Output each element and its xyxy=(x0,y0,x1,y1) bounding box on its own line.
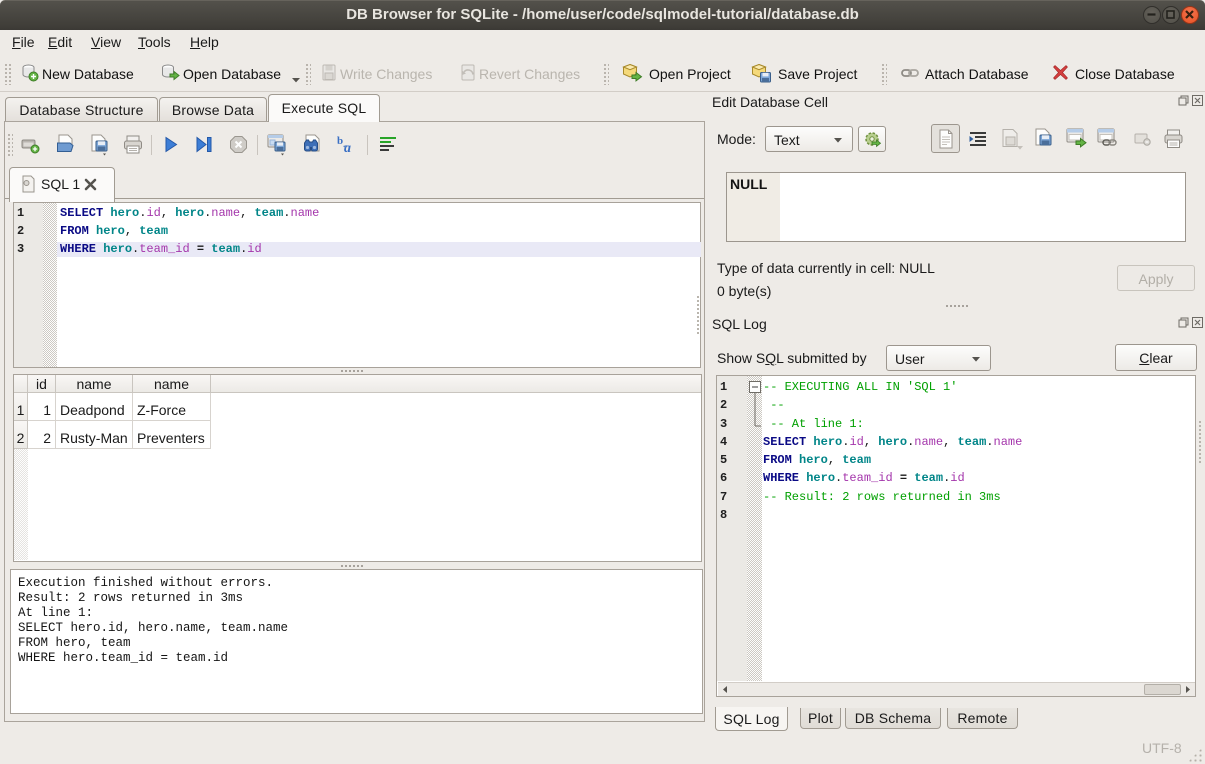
svg-text:b: b xyxy=(337,135,343,147)
svg-text:a: a xyxy=(344,141,351,155)
